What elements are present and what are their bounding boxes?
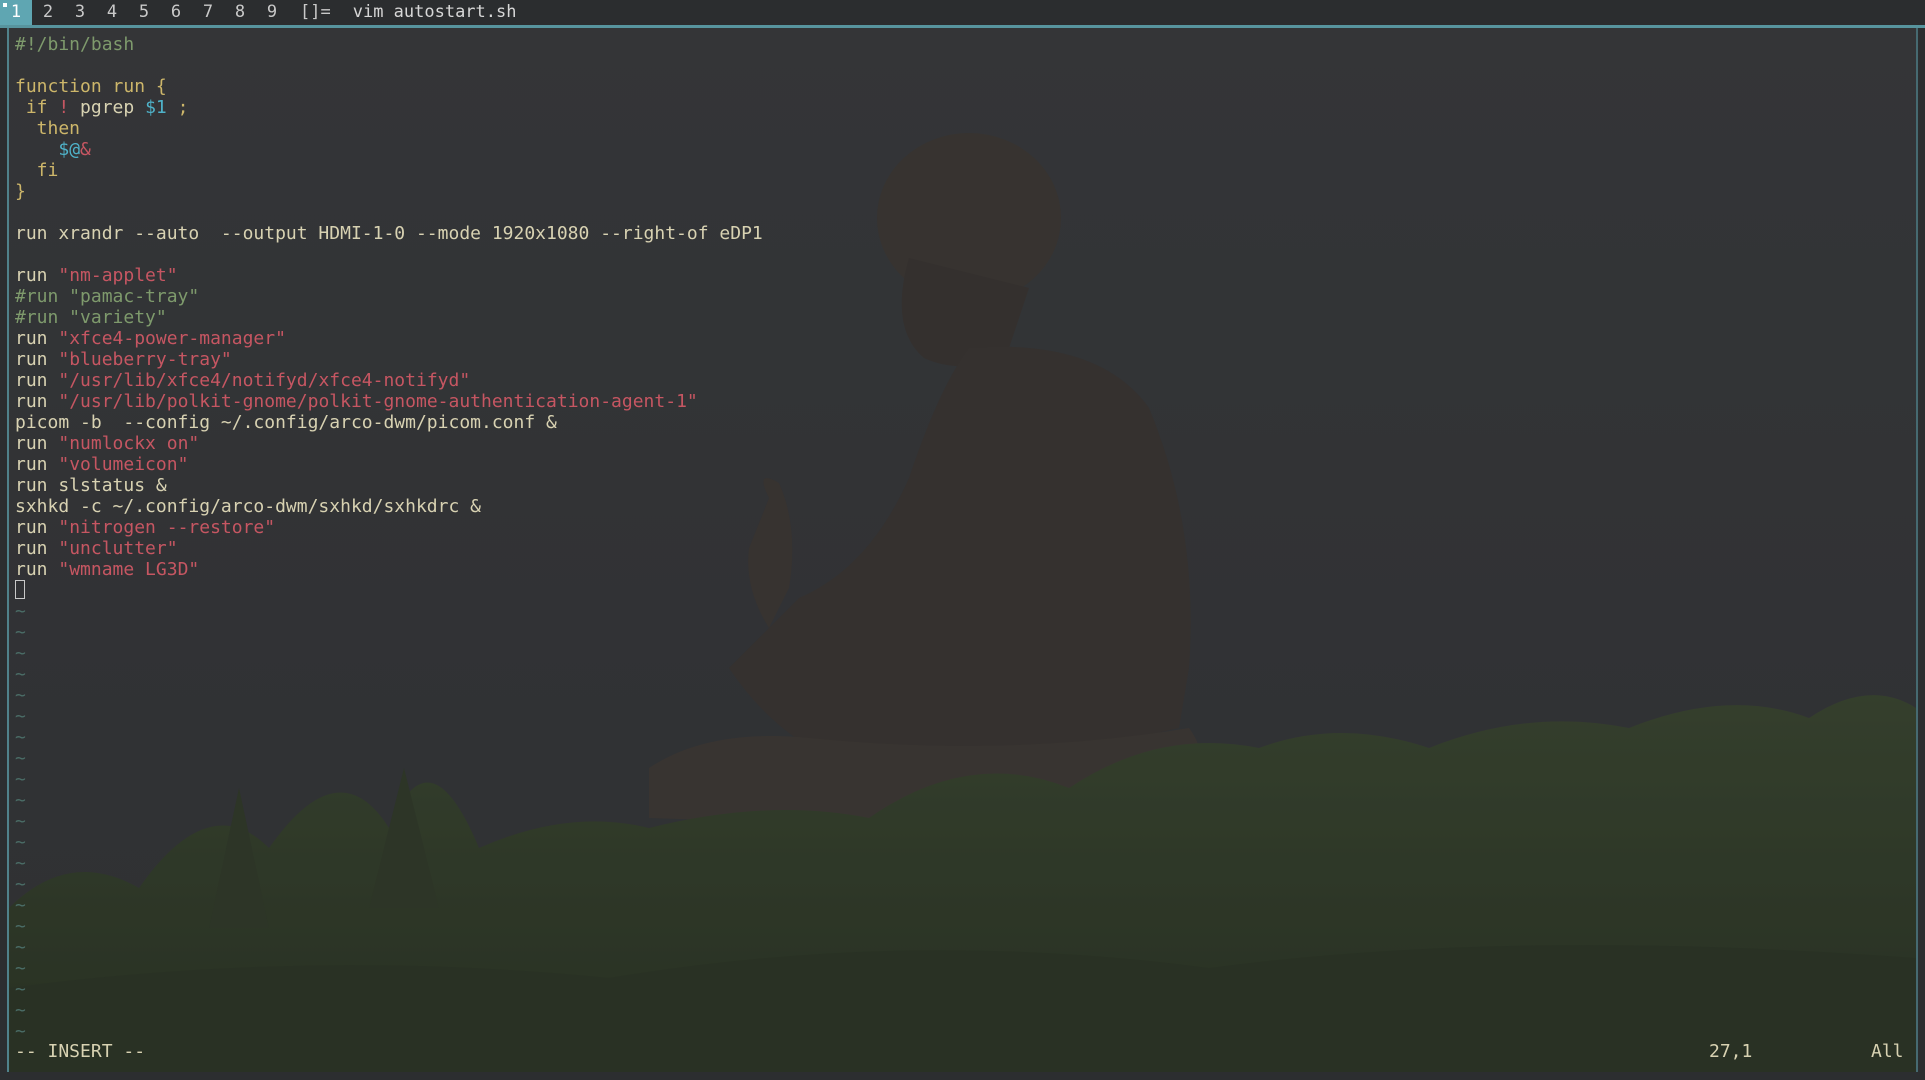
empty-line-marker: ~ (15, 643, 26, 664)
code-line: run "xfce4-power-manager" (15, 328, 286, 349)
workspace-tag-label: 5 (138, 2, 150, 22)
code-line: } (15, 181, 26, 202)
layout-indicator[interactable]: []= (300, 0, 331, 25)
workspace-tag-6[interactable]: 6 (160, 0, 192, 25)
code-line: picom -b --config ~/.config/arco-dwm/pic… (15, 412, 557, 433)
workspace-tag-7[interactable]: 7 (192, 0, 224, 25)
workspace-tag-label: 7 (202, 2, 214, 22)
code-line: run slstatus & (15, 475, 167, 496)
empty-line-marker: ~ (15, 790, 26, 811)
workspace-tag-8[interactable]: 8 (224, 0, 256, 25)
code-line: run "volumeicon" (15, 454, 189, 475)
workspace-tag-label: 2 (42, 2, 54, 22)
code-line: fi (15, 160, 59, 181)
editor-buffer[interactable]: #!/bin/bash function run { if ! pgrep $1 … (15, 34, 763, 1042)
code-line: run "unclutter" (15, 538, 178, 559)
text-cursor (15, 580, 25, 599)
vim-mode-indicator: -- INSERT -- (15, 1041, 146, 1062)
empty-line-marker: ~ (15, 748, 26, 769)
empty-line-marker: ~ (15, 664, 26, 685)
code-line: #run "variety" (15, 307, 167, 328)
code-line: $@& (58, 139, 91, 160)
scroll-position: All (1871, 1041, 1904, 1062)
empty-line-marker: ~ (15, 601, 26, 622)
cursor-line (15, 580, 763, 601)
code-line: sxhkd -c ~/.config/arco-dwm/sxhkd/sxhkdr… (15, 496, 481, 517)
cursor-position: 27,1 (1709, 1041, 1753, 1062)
workspace-tag-label: 4 (106, 2, 118, 22)
vim-status-line: -- INSERT -- 27,1 All (15, 1041, 1910, 1062)
window-title: vim autostart.sh (352, 2, 517, 22)
workspace-tag-9[interactable]: 9 (256, 0, 288, 25)
empty-line-marker: ~ (15, 937, 26, 958)
workspace-tags: 123456789 (0, 0, 288, 25)
occupied-indicator (3, 3, 7, 7)
workspace-tag-4[interactable]: 4 (96, 0, 128, 25)
empty-line-marker: ~ (15, 1000, 26, 1021)
empty-line-marker: ~ (15, 1021, 26, 1042)
terminal-window[interactable]: #!/bin/bash function run { if ! pgrep $1 … (9, 28, 1916, 1072)
empty-line-marker: ~ (15, 706, 26, 727)
workspace-tag-2[interactable]: 2 (32, 0, 64, 25)
empty-line-marker: ~ (15, 895, 26, 916)
code-line: #!/bin/bash (15, 34, 135, 55)
empty-line-marker: ~ (15, 853, 26, 874)
code-line: run "numlockx on" (15, 433, 200, 454)
workspace-tag-1[interactable]: 1 (0, 0, 32, 25)
workspace-tag-label: 8 (234, 2, 246, 22)
empty-line-marker: ~ (15, 622, 26, 643)
workspace-tag-label: 3 (74, 2, 86, 22)
empty-line-marker: ~ (15, 958, 26, 979)
code-line: #run "pamac-tray" (15, 286, 200, 307)
workspace-tag-label: 6 (170, 2, 182, 22)
empty-line-marker: ~ (15, 916, 26, 937)
empty-line-marker: ~ (15, 979, 26, 1000)
code-line: run "blueberry-tray" (15, 349, 232, 370)
code-line: then (15, 118, 81, 139)
code-line: run "/usr/lib/xfce4/notifyd/xfce4-notify… (15, 370, 471, 391)
empty-line-marker: ~ (15, 769, 26, 790)
workspace-tag-3[interactable]: 3 (64, 0, 96, 25)
workspace-tag-label: 1 (10, 2, 22, 22)
code-line: run "wmname LG3D" (15, 559, 200, 580)
code-line: run xrandr --auto --output HDMI-1-0 --mo… (15, 223, 763, 244)
code-line: run "/usr/lib/polkit-gnome/polkit-gnome-… (15, 391, 698, 412)
code-line: run "nm-applet" (15, 265, 178, 286)
code-line: function run { (15, 76, 167, 97)
empty-line-marker: ~ (15, 727, 26, 748)
dwm-status-bar: 123456789 []= vim autostart.sh (0, 0, 1925, 25)
workspace-tag-label: 9 (266, 2, 278, 22)
empty-line-marker: ~ (15, 685, 26, 706)
empty-line-marker: ~ (15, 811, 26, 832)
empty-line-marker: ~ (15, 832, 26, 853)
code-line: run "nitrogen --restore" (15, 517, 276, 538)
workspace-tag-5[interactable]: 5 (128, 0, 160, 25)
code-line: if ! pgrep $1 ; (15, 97, 189, 118)
window-border-right (1916, 28, 1918, 1072)
empty-line-marker: ~ (15, 874, 26, 895)
